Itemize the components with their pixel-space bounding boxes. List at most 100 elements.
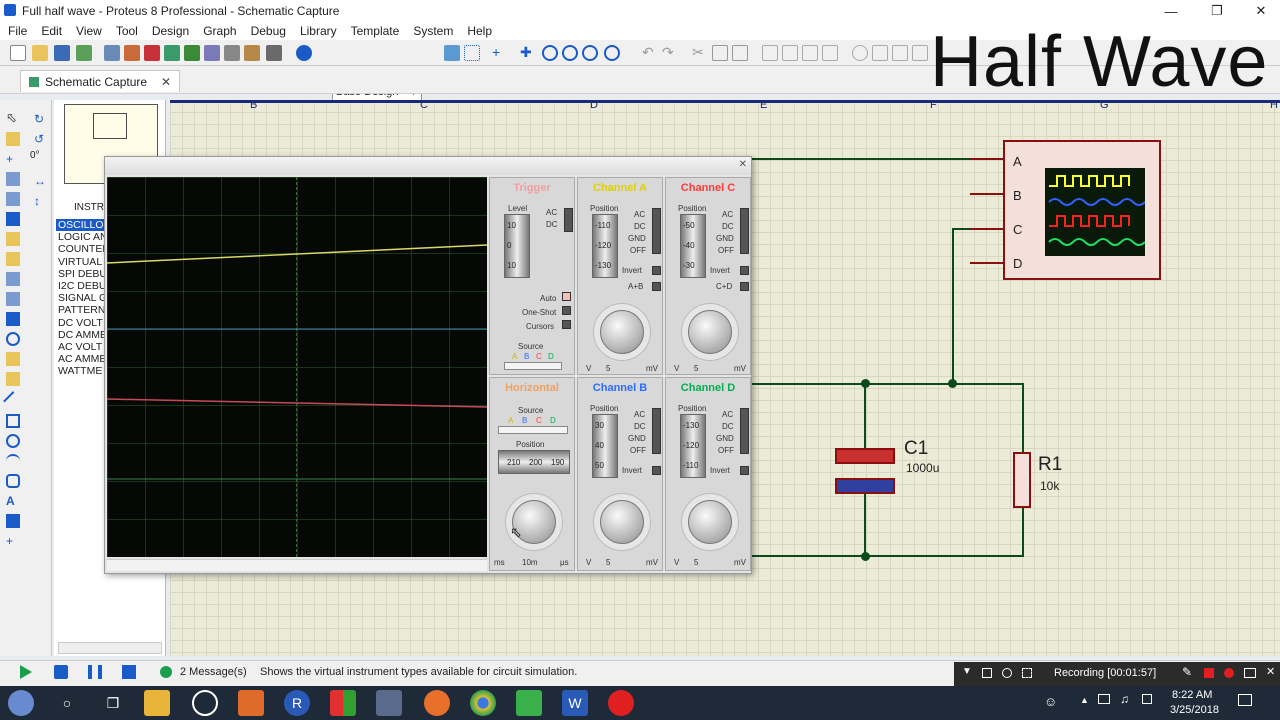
record-icon[interactable] [1224,668,1234,678]
start-button-icon[interactable] [8,690,34,716]
open-folder-icon[interactable] [32,45,48,61]
cursors-toggle[interactable] [562,320,571,329]
media-app-icon[interactable] [238,690,264,716]
trigger-source-slider[interactable] [504,362,562,370]
file-explorer-icon[interactable] [144,690,170,716]
cut-icon[interactable]: ✂ [692,45,708,61]
subcircuit-mode-icon[interactable] [6,232,20,246]
one-shot-toggle[interactable] [562,306,571,315]
channel-d-volts-knob[interactable] [688,500,732,544]
flip-horizontal-icon[interactable]: ↔ [34,174,48,188]
channel-b-volts-knob[interactable] [600,500,644,544]
box-mode-icon[interactable] [6,414,20,428]
menu-help[interactable]: Help [459,24,498,38]
rotate-ccw-icon[interactable]: ↺ [34,132,48,146]
symbol-mode-icon[interactable] [6,514,20,528]
step-simulation-icon[interactable] [54,665,68,679]
paste-icon[interactable] [732,45,748,61]
pcb-icon[interactable] [144,45,160,61]
horizontal-position-slider[interactable]: 210 200 190 [498,450,570,474]
graph-mode-icon[interactable] [6,292,20,306]
gerber-icon[interactable] [266,45,282,61]
grid-icon[interactable] [464,45,480,61]
import-icon[interactable] [76,45,92,61]
restore-button[interactable]: ❐ [1194,0,1240,22]
selection-mode-icon[interactable]: ⬁ [6,111,20,126]
camera-icon[interactable] [1244,668,1256,678]
bus-mode-icon[interactable] [6,212,20,226]
horizontal-source-slider[interactable] [498,426,568,434]
line-mode-icon[interactable] [3,391,23,411]
block-copy-icon[interactable] [762,45,778,61]
language-icon[interactable] [1142,694,1152,704]
notifications-icon[interactable] [1238,694,1252,706]
gallery-icon[interactable] [164,45,180,61]
menu-graph[interactable]: Graph [195,24,242,38]
window-title-bar[interactable]: ✕ [105,157,751,175]
arc-mode-icon[interactable] [6,454,20,468]
clock-time[interactable]: 8:22 AM [1172,689,1212,701]
menu-library[interactable]: Library [292,24,343,38]
bom-icon[interactable] [204,45,220,61]
pen-icon[interactable]: ✎ [1182,665,1192,679]
channel-d-invert-toggle[interactable] [740,466,749,475]
close-button[interactable]: ✕ [1238,0,1280,22]
tray-up-icon[interactable]: ▲ [1080,695,1089,705]
pan-icon[interactable]: ✚ [520,45,536,61]
block-move-icon[interactable] [782,45,798,61]
channel-a-invert-toggle[interactable] [652,266,661,275]
close-icon[interactable]: ✕ [1266,665,1275,678]
chrome-icon[interactable] [470,690,496,716]
scope-scrollbar[interactable] [107,559,487,571]
channel-a-mode-switch[interactable] [652,208,661,254]
scope-screen[interactable] [107,177,487,557]
channel-a-combine-toggle[interactable] [652,282,661,291]
zoom-in-icon[interactable] [542,45,558,61]
settings-app-icon[interactable] [192,690,218,716]
run-simulation-icon[interactable] [20,665,32,679]
block-rotate-icon[interactable] [802,45,818,61]
channel-d-position-slider[interactable]: -130 -120 -110 [680,414,706,478]
menu-system[interactable]: System [405,24,459,38]
network-icon[interactable] [1098,694,1110,704]
home-icon[interactable] [104,45,120,61]
close-icon[interactable]: ✕ [739,159,747,170]
rotation-value[interactable]: 0° [30,150,40,161]
library-icon[interactable] [872,45,888,61]
zoom-all-icon[interactable] [582,45,598,61]
channel-c-combine-toggle[interactable] [740,282,749,291]
minimize-button[interactable]: — [1148,0,1194,22]
clock-date[interactable]: 3/25/2018 [1170,704,1219,716]
window-icon[interactable] [982,668,992,678]
tape-mode-icon[interactable] [6,312,20,326]
copy-icon[interactable] [712,45,728,61]
tab-schematic-capture[interactable]: Schematic Capture ✕ [20,70,181,92]
schematic-icon[interactable] [124,45,140,61]
channel-b-invert-toggle[interactable] [652,466,661,475]
auto-toggle[interactable] [562,292,571,301]
zoom-area-icon[interactable] [604,45,620,61]
resistor-r1[interactable] [1013,452,1031,508]
word-icon[interactable]: W [562,690,588,716]
menu-template[interactable]: Template [343,24,406,38]
refresh-icon[interactable] [444,45,460,61]
channel-c-invert-toggle[interactable] [740,266,749,275]
message-icon[interactable] [160,666,172,678]
block-delete-icon[interactable] [822,45,838,61]
terminal-mode-icon[interactable] [6,252,20,266]
flip-vertical-icon[interactable]: ↕ [34,194,48,208]
cortana-icon[interactable]: ○ [54,690,80,716]
save-icon[interactable] [54,45,70,61]
proteus-app-icon[interactable] [376,690,402,716]
channel-a-volts-knob[interactable] [600,310,644,354]
instrument-mode-icon[interactable] [6,372,20,386]
region-icon[interactable] [1022,668,1032,678]
recorder-app-icon[interactable] [608,690,634,716]
new-file-icon[interactable] [10,45,26,61]
menu-edit[interactable]: Edit [33,24,68,38]
pin-mode-icon[interactable] [6,272,20,286]
pause-simulation-icon[interactable] [88,665,102,679]
windows-app-icon[interactable] [330,690,356,716]
people-icon[interactable]: ☺ [1044,694,1057,709]
zoom-icon[interactable] [1002,668,1012,678]
